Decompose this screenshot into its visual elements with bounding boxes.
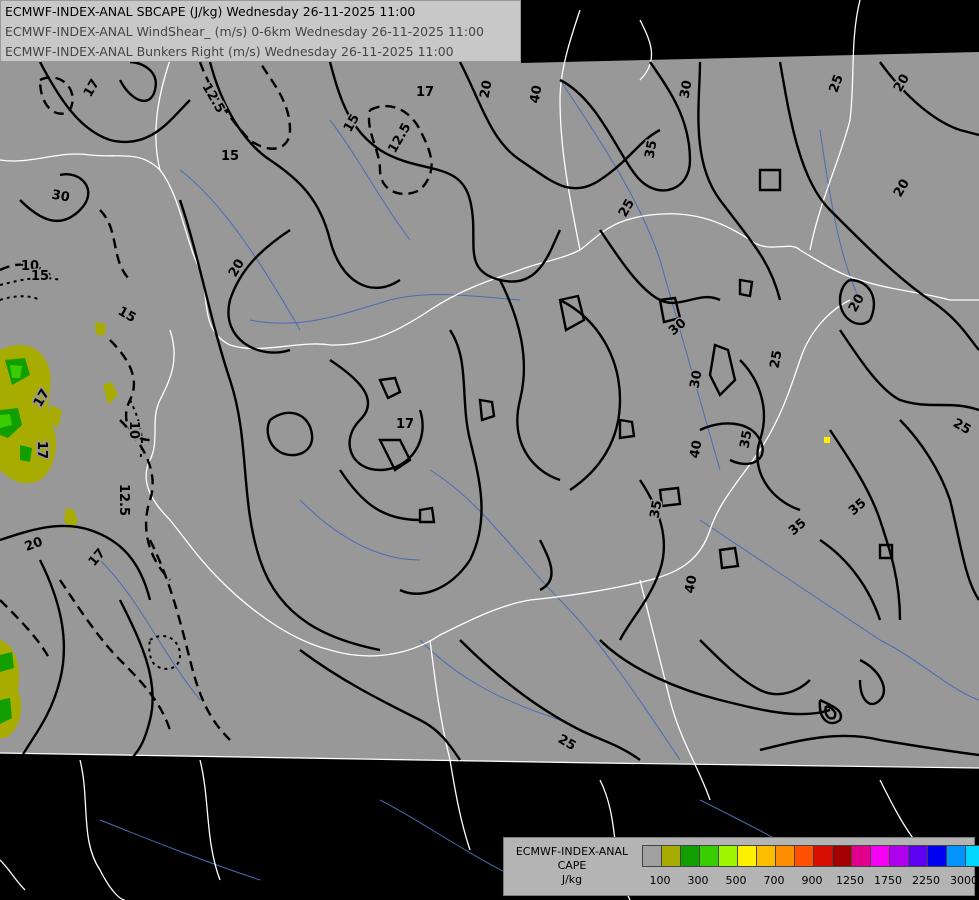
legend-swatch bbox=[908, 845, 928, 867]
contour-label: 40 bbox=[528, 84, 546, 104]
legend-swatch bbox=[756, 845, 776, 867]
contour-label: 35 bbox=[648, 499, 666, 519]
legend-variable: CAPE bbox=[557, 859, 587, 872]
legend-tick-label: 2250 bbox=[912, 874, 940, 887]
contour-label: 12.5 bbox=[116, 484, 131, 516]
legend-swatch bbox=[813, 845, 833, 867]
legend-tick-label: 100 bbox=[649, 874, 671, 887]
legend-tick-label: 1250 bbox=[836, 874, 864, 887]
contour-label: 17 bbox=[396, 417, 414, 432]
contour-label: 15 bbox=[221, 149, 239, 164]
legend-swatch bbox=[851, 845, 871, 867]
legend-swatches bbox=[642, 845, 979, 867]
legend-swatch bbox=[889, 845, 909, 867]
title-bunkers: ECMWF-INDEX-ANAL Bunkers Right (m/s) Wed… bbox=[5, 44, 454, 59]
contour-label: 20 bbox=[478, 79, 496, 99]
contour-label: 30 bbox=[50, 188, 70, 206]
legend-swatch bbox=[642, 845, 662, 867]
legend-tick-label: 1750 bbox=[874, 874, 902, 887]
contour-label: 35 bbox=[738, 429, 756, 449]
legend-swatch bbox=[718, 845, 738, 867]
legend-tick-label: 500 bbox=[725, 874, 747, 887]
legend-swatch bbox=[661, 845, 681, 867]
legend-swatch bbox=[699, 845, 719, 867]
legend-model: ECMWF-INDEX-ANAL bbox=[515, 845, 629, 858]
legend-swatch bbox=[870, 845, 890, 867]
contour-label: 30 bbox=[678, 79, 696, 99]
legend-swatch bbox=[965, 845, 979, 867]
legend-swatch bbox=[832, 845, 852, 867]
legend-tick-label: 900 bbox=[801, 874, 823, 887]
title-windshear: ECMWF-INDEX-ANAL WindShear_ (m/s) 0-6km … bbox=[5, 24, 484, 39]
legend-tick-label: 700 bbox=[763, 874, 785, 887]
legend-swatch bbox=[794, 845, 814, 867]
contour-label: 17 bbox=[416, 85, 434, 100]
legend-unit: J/kg bbox=[561, 873, 583, 886]
legend-swatch bbox=[775, 845, 795, 867]
contour-label: 40 bbox=[688, 439, 706, 459]
legend-swatch bbox=[737, 845, 757, 867]
title-panel: ECMWF-INDEX-ANAL SBCAPE (J/kg) Wednesday… bbox=[0, 0, 521, 62]
legend-swatch bbox=[680, 845, 700, 867]
contour-label: 40 bbox=[683, 574, 701, 594]
legend-swatch bbox=[946, 845, 966, 867]
legend-title: ECMWF-INDEX-ANAL CAPE J/kg bbox=[508, 845, 636, 887]
legend-ticks: 10030050070090012501750225030005000 bbox=[642, 874, 979, 890]
weather-map: 17 12.51520 253035401012.51517202530354025… bbox=[0, 0, 979, 900]
legend-tick-label: 3000 bbox=[950, 874, 978, 887]
legend-swatch bbox=[927, 845, 947, 867]
contour-label: 25 bbox=[768, 349, 786, 369]
contour-label: 35 bbox=[643, 139, 661, 159]
title-sbcape: ECMWF-INDEX-ANAL SBCAPE (J/kg) Wednesday… bbox=[5, 4, 416, 19]
contour-label: 10 bbox=[126, 421, 141, 439]
cape-legend: ECMWF-INDEX-ANAL CAPE J/kg 100 300 500 700 9… bbox=[503, 837, 979, 896]
contour-label: 30 bbox=[688, 369, 706, 389]
contour-label: 15 bbox=[31, 269, 49, 284]
legend-tick-label: 300 bbox=[687, 874, 709, 887]
contour-label: 17 bbox=[34, 441, 49, 459]
